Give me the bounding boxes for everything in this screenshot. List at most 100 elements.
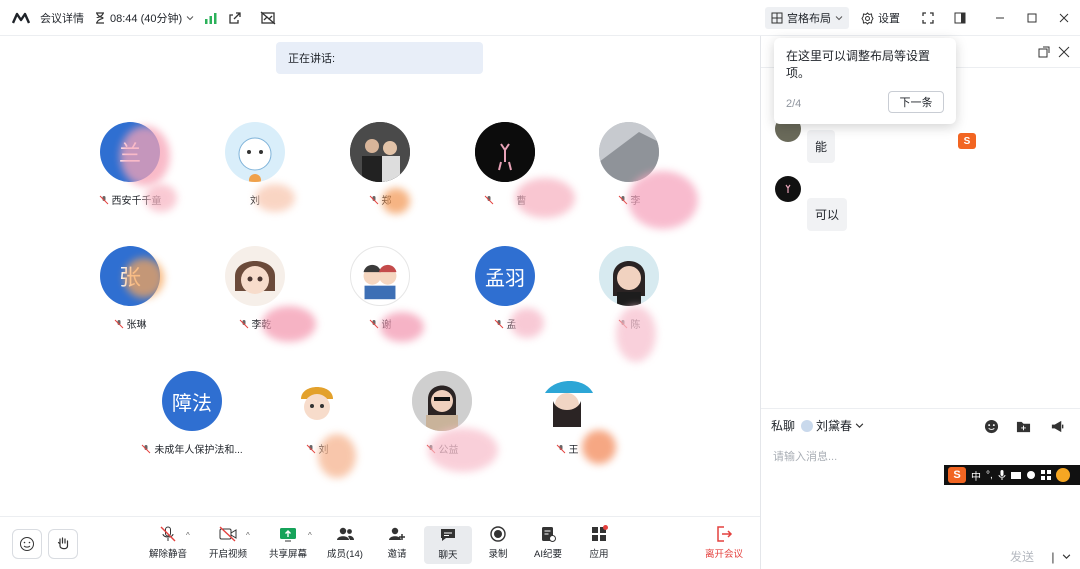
settings-button[interactable]: 设置: [855, 7, 906, 29]
participant-name-text: 未成年人保护法和...: [154, 445, 243, 456]
photo-avatar-icon: [350, 122, 410, 182]
share-screen-button[interactable]: 共享屏幕: [264, 525, 312, 565]
photo-avatar-icon: [599, 122, 659, 182]
participant-tile[interactable]: 曹: [445, 122, 565, 222]
video-grid: 正在讲话: 兰 西安千千童 刘 郑 曹 李 张 张琳 李乾 谢 孟羽 孟 陈 障…: [0, 36, 760, 516]
deer-avatar-icon: [475, 122, 535, 182]
ai-minutes-button[interactable]: AI纪要: [524, 525, 572, 565]
meeting-logo-icon: [12, 12, 30, 23]
participant-tile[interactable]: 刘: [195, 122, 315, 222]
sidebar-toggle-button[interactable]: [944, 0, 976, 36]
whiteboard-off-icon[interactable]: [260, 11, 276, 25]
mic-off-icon: [369, 319, 378, 328]
ime-skin-icon: [1026, 471, 1035, 479]
emoji-button[interactable]: [12, 529, 42, 559]
participant-name: 郑: [320, 192, 440, 207]
mic-off-icon: [99, 195, 108, 204]
close-icon[interactable]: [1058, 46, 1070, 58]
record-button[interactable]: 录制: [474, 525, 522, 565]
ime-toolbar[interactable]: S 中 °,: [944, 465, 1080, 485]
avatar: 兰: [100, 122, 160, 182]
ime-logo-icon: S: [948, 467, 966, 483]
send-button[interactable]: 发送 |: [1010, 548, 1071, 565]
avatar: [537, 371, 597, 431]
participant-tile[interactable]: 李: [569, 122, 689, 222]
participant-name-text: 谢: [381, 320, 392, 331]
meeting-details-link[interactable]: 会议详情: [40, 10, 84, 26]
ime-grid-icon: [1040, 470, 1051, 480]
participant-tile[interactable]: 陈: [569, 246, 689, 346]
mic-off-icon: [618, 195, 627, 204]
unmute-options-caret[interactable]: ^: [186, 531, 190, 540]
meeting-timer[interactable]: 08:44 (40分钟): [94, 10, 194, 26]
avatar: 孟羽: [475, 246, 535, 306]
popout-icon[interactable]: [1038, 46, 1050, 58]
message-input[interactable]: 请输入消息...: [773, 448, 837, 464]
participant-tile[interactable]: 孟羽 孟: [445, 246, 565, 346]
signal-icon[interactable]: [204, 12, 218, 24]
mic-off-icon: [484, 195, 493, 204]
participant-tile[interactable]: 张 张琳: [70, 246, 190, 346]
apps-icon: [592, 525, 608, 541]
fullscreen-button[interactable]: [912, 0, 944, 36]
participant-tile[interactable]: 郑: [320, 122, 440, 222]
raise-hand-button[interactable]: [48, 529, 78, 559]
private-chat-label: 私聊: [771, 419, 796, 433]
participant-name-text: 张琳: [126, 320, 147, 331]
avatar-initials: 孟羽: [485, 267, 525, 290]
grid-layout-button[interactable]: 宫格布局: [765, 7, 849, 29]
participant-tile[interactable]: 谢: [320, 246, 440, 346]
participant-tile[interactable]: 公益: [382, 371, 502, 471]
close-window-button[interactable]: [1048, 0, 1080, 36]
ime-keyboard-icon: [1010, 472, 1021, 479]
participant-tile[interactable]: 刘: [257, 371, 377, 471]
share-options-caret[interactable]: ^: [308, 531, 312, 540]
video-options-caret[interactable]: ^: [246, 531, 250, 540]
grid-icon: [771, 12, 783, 24]
folder-icon[interactable]: [1016, 419, 1031, 434]
mic-off-icon: [160, 526, 176, 542]
start-video-button[interactable]: 开启视频: [204, 525, 252, 565]
participant-tile[interactable]: 李乾: [195, 246, 315, 346]
ime-language: 中: [971, 471, 981, 483]
chevron-down-icon[interactable]: [1062, 552, 1071, 561]
private-recipient-select[interactable]: 刘黛春: [801, 417, 864, 434]
leave-meeting-button[interactable]: 离开会议: [700, 525, 748, 565]
apps-button[interactable]: 应用: [575, 525, 623, 565]
couple-avatar-icon: [363, 264, 397, 300]
ai-minutes-icon: [542, 527, 556, 542]
chat-bubble: 可以: [807, 198, 848, 231]
participant-tile[interactable]: 障法 未成年人保护法和...: [132, 371, 252, 471]
invite-button[interactable]: 邀请: [373, 525, 421, 565]
avatar: [599, 122, 659, 182]
participant-tile[interactable]: 王: [507, 371, 627, 471]
participant-tile[interactable]: 兰 西安千千童: [70, 122, 190, 222]
tooltip-next-button[interactable]: 下一条: [888, 91, 944, 113]
cartoon-avatar-icon: [235, 261, 275, 294]
record-label: 录制: [488, 549, 508, 560]
invite-user-icon: [389, 527, 405, 540]
avatar: [350, 122, 410, 182]
maximize-button[interactable]: [1016, 0, 1048, 36]
avatar-initials: 张: [118, 265, 141, 290]
participant-name-text: 郑: [381, 196, 392, 207]
participant-name: 李乾: [195, 316, 315, 331]
participant-name-text: 李乾: [251, 320, 272, 331]
participant-name: 王: [507, 441, 627, 456]
chat-button[interactable]: 聊天: [424, 526, 472, 564]
members-button[interactable]: 成员(14): [321, 525, 369, 565]
unmute-button[interactable]: 解除静音: [144, 525, 192, 565]
participant-name: 未成年人保护法和...: [132, 441, 252, 456]
share-external-icon[interactable]: [228, 11, 242, 25]
mic-off-icon: [141, 444, 151, 453]
minimize-button[interactable]: [984, 0, 1016, 36]
speaking-indicator: 正在讲话:: [276, 42, 483, 74]
mic-off-icon: [306, 444, 315, 453]
emoji-icon[interactable]: [984, 419, 999, 434]
participant-name-text: 孟: [506, 320, 517, 331]
avatar-initials: 兰: [118, 141, 141, 166]
send-separator: |: [1051, 550, 1055, 564]
send-label: 发送: [1010, 550, 1035, 564]
megaphone-icon[interactable]: [1050, 419, 1065, 434]
camera-off-icon: [219, 526, 237, 542]
